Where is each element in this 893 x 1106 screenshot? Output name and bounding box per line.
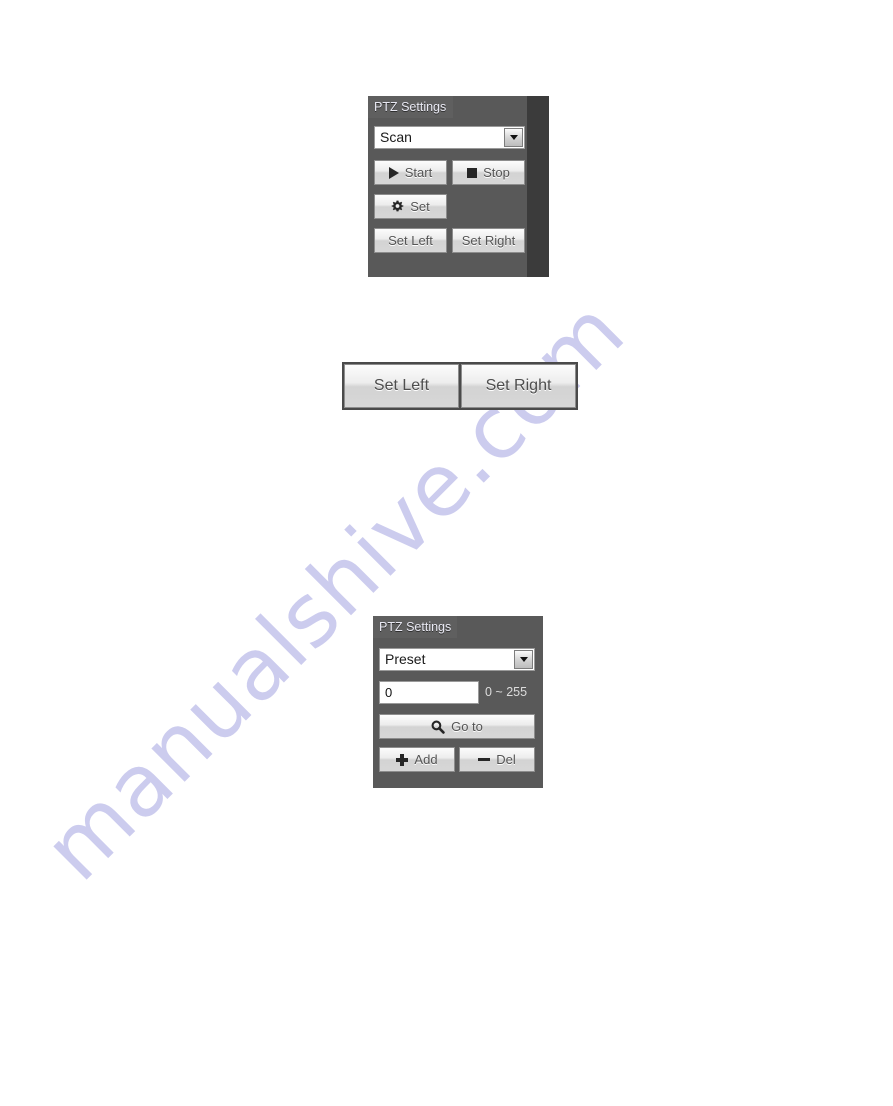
ptz-settings-panel-scan: PTZ Settings Scan Start Stop Set Set Lef… [368,96,549,277]
chevron-down-icon[interactable] [504,128,523,147]
set-button[interactable]: Set [374,194,447,219]
preset-range-label: 0 ~ 255 [485,685,528,699]
panel-title-preset: PTZ Settings [379,620,452,634]
panel-right-edge [527,96,549,277]
set-right-button-panel[interactable]: Set Right [452,228,525,253]
set-left-button-panel-label: Set Left [388,233,433,248]
set-right-button-label: Set Right [485,377,552,394]
delete-preset-button[interactable]: Del [459,747,535,772]
goto-button[interactable]: Go to [379,714,535,739]
preset-number-input[interactable] [379,681,479,704]
add-preset-button-label: Add [414,752,438,767]
ptz-mode-select-scan[interactable]: Scan [374,126,525,149]
gear-icon [391,200,404,213]
chevron-down-icon[interactable] [514,650,533,669]
ptz-mode-select-preset[interactable]: Preset [379,648,535,671]
set-right-button-panel-label: Set Right [461,233,516,248]
panel-title-scan: PTZ Settings [374,100,447,114]
ptz-mode-select-scan-value: Scan [380,129,412,145]
panel-title-bar: PTZ Settings [368,96,549,118]
add-preset-button[interactable]: Add [379,747,455,772]
ptz-settings-panel-preset: PTZ Settings Preset 0 ~ 255 Go to A [373,616,543,788]
ptz-mode-select-preset-value: Preset [385,651,426,667]
play-icon [388,166,399,179]
minus-icon [478,754,491,766]
goto-button-label: Go to [451,719,483,734]
start-button[interactable]: Start [374,160,447,185]
set-left-button[interactable]: Set Left [344,364,459,408]
set-right-button[interactable]: Set Right [461,364,576,408]
set-left-button-label: Set Left [373,377,430,394]
start-button-label: Start [404,165,433,180]
delete-preset-button-label: Del [496,752,516,767]
standalone-setleft-setright-row: Set Left Set Right [342,362,578,410]
stop-square-icon [467,167,478,178]
set-button-label: Set [410,199,430,214]
set-left-button-panel[interactable]: Set Left [374,228,447,253]
stop-button[interactable]: Stop [452,160,525,185]
plus-icon [396,753,409,766]
panel-title-bar-preset: PTZ Settings [373,616,543,638]
magnifier-icon [431,720,445,734]
stop-button-label: Stop [483,165,510,180]
